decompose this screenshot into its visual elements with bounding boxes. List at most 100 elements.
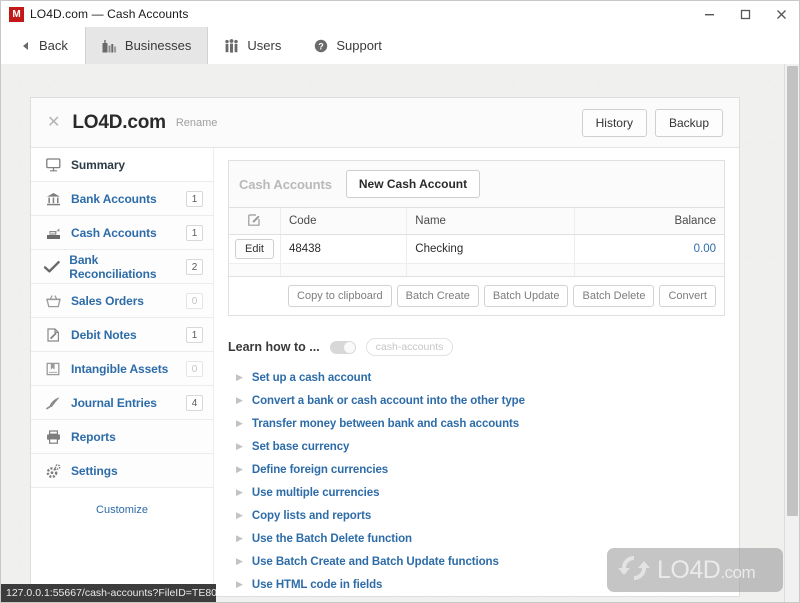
list-item[interactable]: ▶ Use multiple currencies — [228, 481, 725, 504]
header-actions: History Backup — [581, 108, 723, 137]
learn-link-label: Set base currency — [251, 440, 350, 453]
batch-delete-button[interactable]: Batch Delete — [573, 285, 655, 307]
copy-to-clipboard-button[interactable]: Copy to clipboard — [288, 285, 392, 307]
edit-button[interactable]: Edit — [235, 239, 274, 259]
chevron-right-icon: ▶ — [236, 441, 243, 451]
backup-button[interactable]: Backup — [654, 108, 723, 137]
list-item[interactable]: ▶ Use Batch Create and Batch Update func… — [228, 550, 725, 573]
row-code: 48438 — [280, 234, 408, 264]
businesses-icon — [102, 39, 117, 53]
list-item[interactable]: ▶ Copy lists and reports — [228, 504, 725, 527]
learn-section: Learn how to ... cash-accounts ▶ Set up … — [228, 338, 725, 596]
sidebar-item-bank-reconciliations-label: Bank Reconciliations — [69, 252, 157, 281]
row-balance: 0.00 — [574, 234, 724, 264]
chevron-right-icon: ▶ — [236, 556, 243, 566]
learn-link-label: Use Batch Create and Batch Update functi… — [251, 555, 499, 568]
nav-tab-businesses-label: Businesses — [124, 38, 192, 53]
maximize-icon[interactable] — [727, 1, 763, 27]
sidebar-item-reports[interactable]: Reports — [31, 420, 213, 454]
cash-accounts-table: Code Name Balance Edit 48438 Checking 0.… — [229, 208, 724, 277]
sidebar-item-bank-accounts[interactable]: Bank Accounts 1 — [31, 182, 213, 216]
new-cash-account-button[interactable]: New Cash Account — [345, 170, 481, 198]
check-icon — [44, 260, 60, 274]
table-header-name: Name — [406, 208, 575, 235]
app-icon: M — [9, 6, 24, 22]
close-icon[interactable] — [763, 1, 799, 27]
sidebar-item-intangible-assets-label: Intangible Assets — [71, 361, 169, 376]
empty-cell-4 — [574, 263, 724, 277]
learn-tag: cash-accounts — [365, 338, 454, 356]
learn-link-label: Use HTML code in fields — [251, 578, 383, 591]
table-actions: Copy to clipboard Batch Create Batch Upd… — [229, 277, 724, 315]
row-name: Checking — [406, 234, 575, 264]
table-header-code: Code — [280, 208, 408, 235]
list-item[interactable]: ▶ Set up a cash account — [228, 366, 725, 389]
list-item[interactable]: ▶ Use the Batch Delete function — [228, 527, 725, 550]
batch-create-button[interactable]: Batch Create — [396, 285, 479, 307]
sidebar-item-reports-label: Reports — [71, 429, 116, 444]
balance-link[interactable]: 0.00 — [694, 243, 716, 255]
sidebar-badge-debit-notes: 1 — [186, 326, 203, 343]
list-item[interactable]: ▶ Define foreign currencies — [228, 458, 725, 481]
window-title: LO4D.com — Cash Accounts — [30, 7, 189, 21]
table-empty-row — [229, 263, 724, 277]
sidebar-badge-bank-reconciliations: 2 — [186, 258, 203, 275]
sidebar-item-journal-entries[interactable]: Journal Entries 4 — [31, 386, 213, 420]
sidebar-item-sales-orders-label: Sales Orders — [71, 293, 144, 308]
back-arrow-icon — [21, 41, 31, 51]
sidebar-item-bank-reconciliations[interactable]: Bank Reconciliations 2 — [31, 250, 213, 284]
chevron-right-icon: ▶ — [236, 533, 243, 543]
nav-tab-support[interactable]: ? Support — [298, 27, 399, 64]
learn-links-list: ▶ Set up a cash account ▶ Convert a bank… — [228, 366, 725, 596]
sidebar-item-intangible-assets[interactable]: Intangible Assets 0 — [31, 352, 213, 386]
learn-toggle[interactable] — [329, 340, 356, 354]
nav-tab-users[interactable]: Users — [208, 27, 298, 64]
learn-link-label: Define foreign currencies — [251, 463, 389, 476]
sidebar-item-debit-notes[interactable]: Debit Notes 1 — [31, 318, 213, 352]
sidebar-item-settings[interactable]: Settings — [31, 454, 213, 488]
list-item[interactable]: ▶ Convert a bank or cash account into th… — [228, 389, 725, 412]
sidebar-item-bank-accounts-label: Bank Accounts — [71, 191, 157, 206]
sidebar-item-journal-entries-label: Journal Entries — [71, 395, 157, 410]
certificate-icon — [44, 362, 62, 376]
nav-tab-support-label: Support — [336, 38, 382, 53]
minimize-icon[interactable] — [691, 1, 727, 27]
chevron-right-icon: ▶ — [236, 418, 243, 428]
sidebar-item-summary-label: Summary — [71, 157, 125, 172]
svg-text:?: ? — [319, 41, 325, 51]
sidebar-item-sales-orders[interactable]: Sales Orders 0 — [31, 284, 213, 318]
sidebar-item-cash-accounts-label: Cash Accounts — [71, 225, 157, 240]
table-row: Edit 48438 Checking 0.00 — [229, 234, 724, 264]
support-icon: ? — [314, 39, 328, 53]
row-edit-cell: Edit — [229, 234, 281, 264]
nav-tab-back[interactable]: Back — [1, 27, 85, 64]
empty-cell-2 — [280, 263, 408, 277]
batch-update-button[interactable]: Batch Update — [483, 285, 569, 307]
nav-tab-users-label: Users — [247, 38, 282, 53]
chevron-right-icon: ▶ — [236, 372, 243, 382]
sidebar-item-cash-accounts[interactable]: Cash Accounts 1 — [31, 216, 213, 250]
list-item[interactable]: ▶ Set base currency — [228, 435, 725, 458]
panel-title: Cash Accounts — [239, 176, 332, 192]
close-business-icon[interactable]: ✕ — [47, 114, 60, 131]
list-item[interactable]: ▶ Transfer money between bank and cash a… — [228, 412, 725, 435]
table-header-edit — [229, 208, 281, 235]
scrollbar-thumb[interactable] — [787, 66, 798, 516]
edit-pencil-icon — [248, 214, 261, 229]
list-item[interactable]: ▶ Use HTML code in fields — [228, 573, 725, 596]
nav-tab-businesses[interactable]: Businesses — [84, 27, 209, 64]
convert-button[interactable]: Convert — [659, 285, 716, 307]
table-header-balance: Balance — [574, 208, 724, 235]
vertical-scrollbar[interactable] — [784, 64, 799, 602]
sidebar-item-summary[interactable]: Summary — [31, 148, 213, 182]
learn-title: Learn how to ... — [228, 340, 320, 354]
history-button[interactable]: History — [581, 108, 647, 137]
empty-cell-3 — [406, 263, 575, 277]
monitor-icon — [44, 157, 62, 172]
sidebar-item-settings-label: Settings — [71, 463, 118, 478]
sidebar: Summary Bank Accounts 1 Cash Accounts 1 … — [31, 148, 213, 526]
note-pencil-icon — [44, 327, 62, 342]
chevron-right-icon: ▶ — [236, 579, 243, 589]
customize-link[interactable]: Customize — [31, 488, 213, 526]
rename-link[interactable]: Rename — [176, 117, 218, 129]
